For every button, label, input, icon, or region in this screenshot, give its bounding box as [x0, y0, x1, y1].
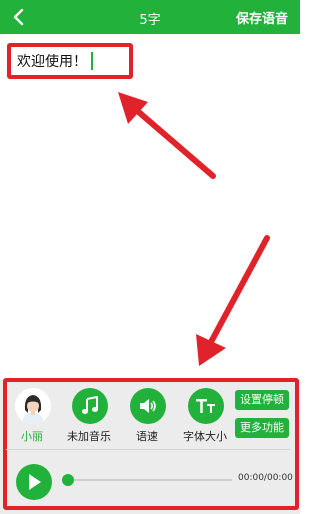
playback-progress-track[interactable]	[64, 479, 232, 481]
editor-text: 欢迎使用！	[17, 54, 87, 70]
play-icon	[29, 474, 41, 490]
char-count-title: 5字	[139, 13, 161, 28]
voice-name-label: 小丽	[21, 430, 43, 443]
voice-toolbar: 小丽 未加音乐 语速 字体大小 设置停顿 更多功能	[0, 388, 300, 444]
chevron-left-icon	[13, 8, 24, 26]
avatar-icon	[15, 388, 51, 424]
more-functions-button[interactable]: 更多功能	[235, 418, 289, 438]
music-note-icon	[72, 388, 108, 424]
text-caret	[91, 52, 93, 70]
music-label: 未加音乐	[67, 430, 111, 443]
toolbar-item-voice[interactable]: 小丽	[0, 388, 64, 444]
text-input-highlight[interactable]: 欢迎使用！	[7, 43, 133, 79]
playback-progress-knob[interactable]	[62, 474, 74, 486]
playback-time: 00:00/00:00	[238, 473, 293, 483]
speed-label: 语速	[136, 430, 158, 443]
font-size-label: 字体大小	[183, 430, 227, 443]
font-size-icon	[188, 388, 224, 424]
back-button[interactable]	[6, 4, 30, 30]
save-voice-button[interactable]: 保存语音	[236, 8, 288, 27]
text-editor-area[interactable]	[0, 34, 300, 380]
panel-divider	[6, 449, 290, 450]
toolbar-item-speed[interactable]: 语速	[115, 388, 179, 444]
set-pause-button[interactable]: 设置停顿	[235, 390, 289, 410]
speaker-icon	[130, 388, 166, 424]
toolbar-item-font-size[interactable]: 字体大小	[173, 388, 237, 444]
top-bar: 5字 保存语音	[0, 0, 300, 34]
play-button[interactable]	[16, 464, 52, 500]
toolbar-item-music[interactable]: 未加音乐	[57, 388, 121, 444]
